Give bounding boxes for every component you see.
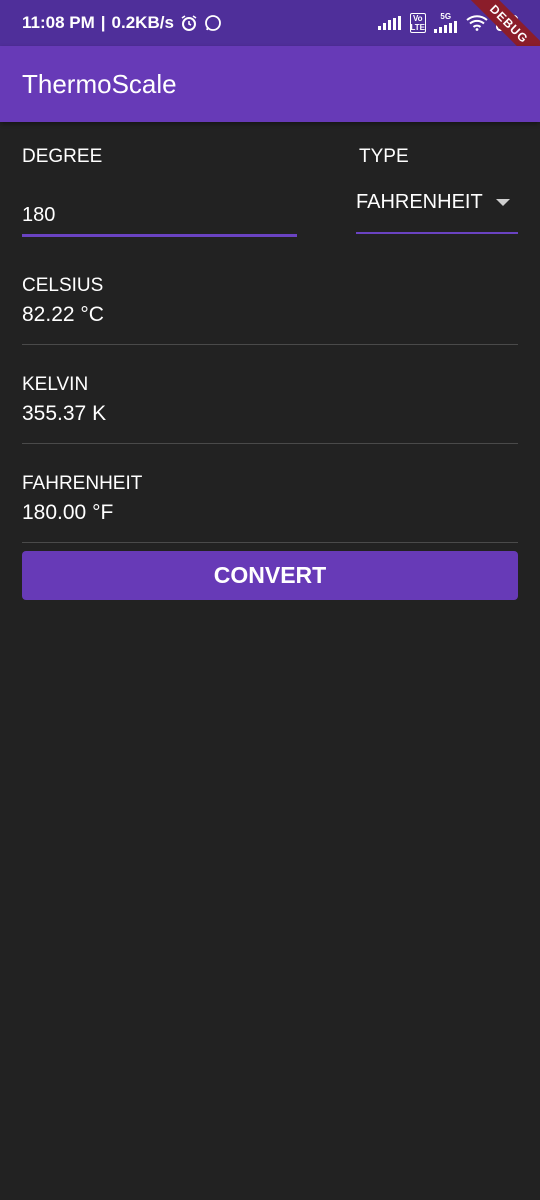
wifi-icon	[466, 15, 488, 31]
celsius-result: CELSIUS 82.22 °C	[22, 275, 518, 345]
type-selected-value: FAHRENHEIT	[356, 190, 483, 213]
status-bar: 11:08 PM | 0.2KB/s Vo LTE 5G 45	[0, 0, 540, 46]
type-label: TYPE	[359, 146, 409, 167]
app-bar: ThermoScale	[0, 46, 540, 122]
result-label: CELSIUS	[22, 275, 104, 296]
degree-label: DEGREE	[22, 146, 103, 167]
network-type-label: 5G	[440, 12, 452, 21]
result-value: 355.37 K	[22, 402, 107, 425]
result-value: 180.00 °F	[22, 501, 114, 524]
volte-icon: Vo LTE	[409, 13, 426, 33]
status-separator: |	[100, 13, 106, 32]
whatsapp-icon	[204, 14, 222, 32]
fahrenheit-result: FAHRENHEIT 180.00 °F	[22, 473, 518, 543]
result-label: KELVIN	[22, 374, 89, 395]
degree-input[interactable]	[22, 190, 297, 237]
signal-icon	[377, 16, 402, 30]
status-time: 11:08 PM	[22, 13, 95, 32]
kelvin-result: KELVIN 355.37 K	[22, 374, 518, 444]
status-speed: 0.2KB/s	[111, 13, 174, 32]
signal-5g-icon: 5G	[433, 12, 458, 33]
type-dropdown[interactable]: FAHRENHEIT	[356, 184, 518, 234]
dropdown-caret-icon	[496, 198, 510, 206]
result-value: 82.22 °C	[22, 303, 104, 326]
convert-button[interactable]: CONVERT	[22, 551, 518, 600]
app-title: ThermoScale	[22, 68, 177, 99]
alarm-icon	[180, 14, 198, 32]
result-label: FAHRENHEIT	[22, 473, 143, 494]
